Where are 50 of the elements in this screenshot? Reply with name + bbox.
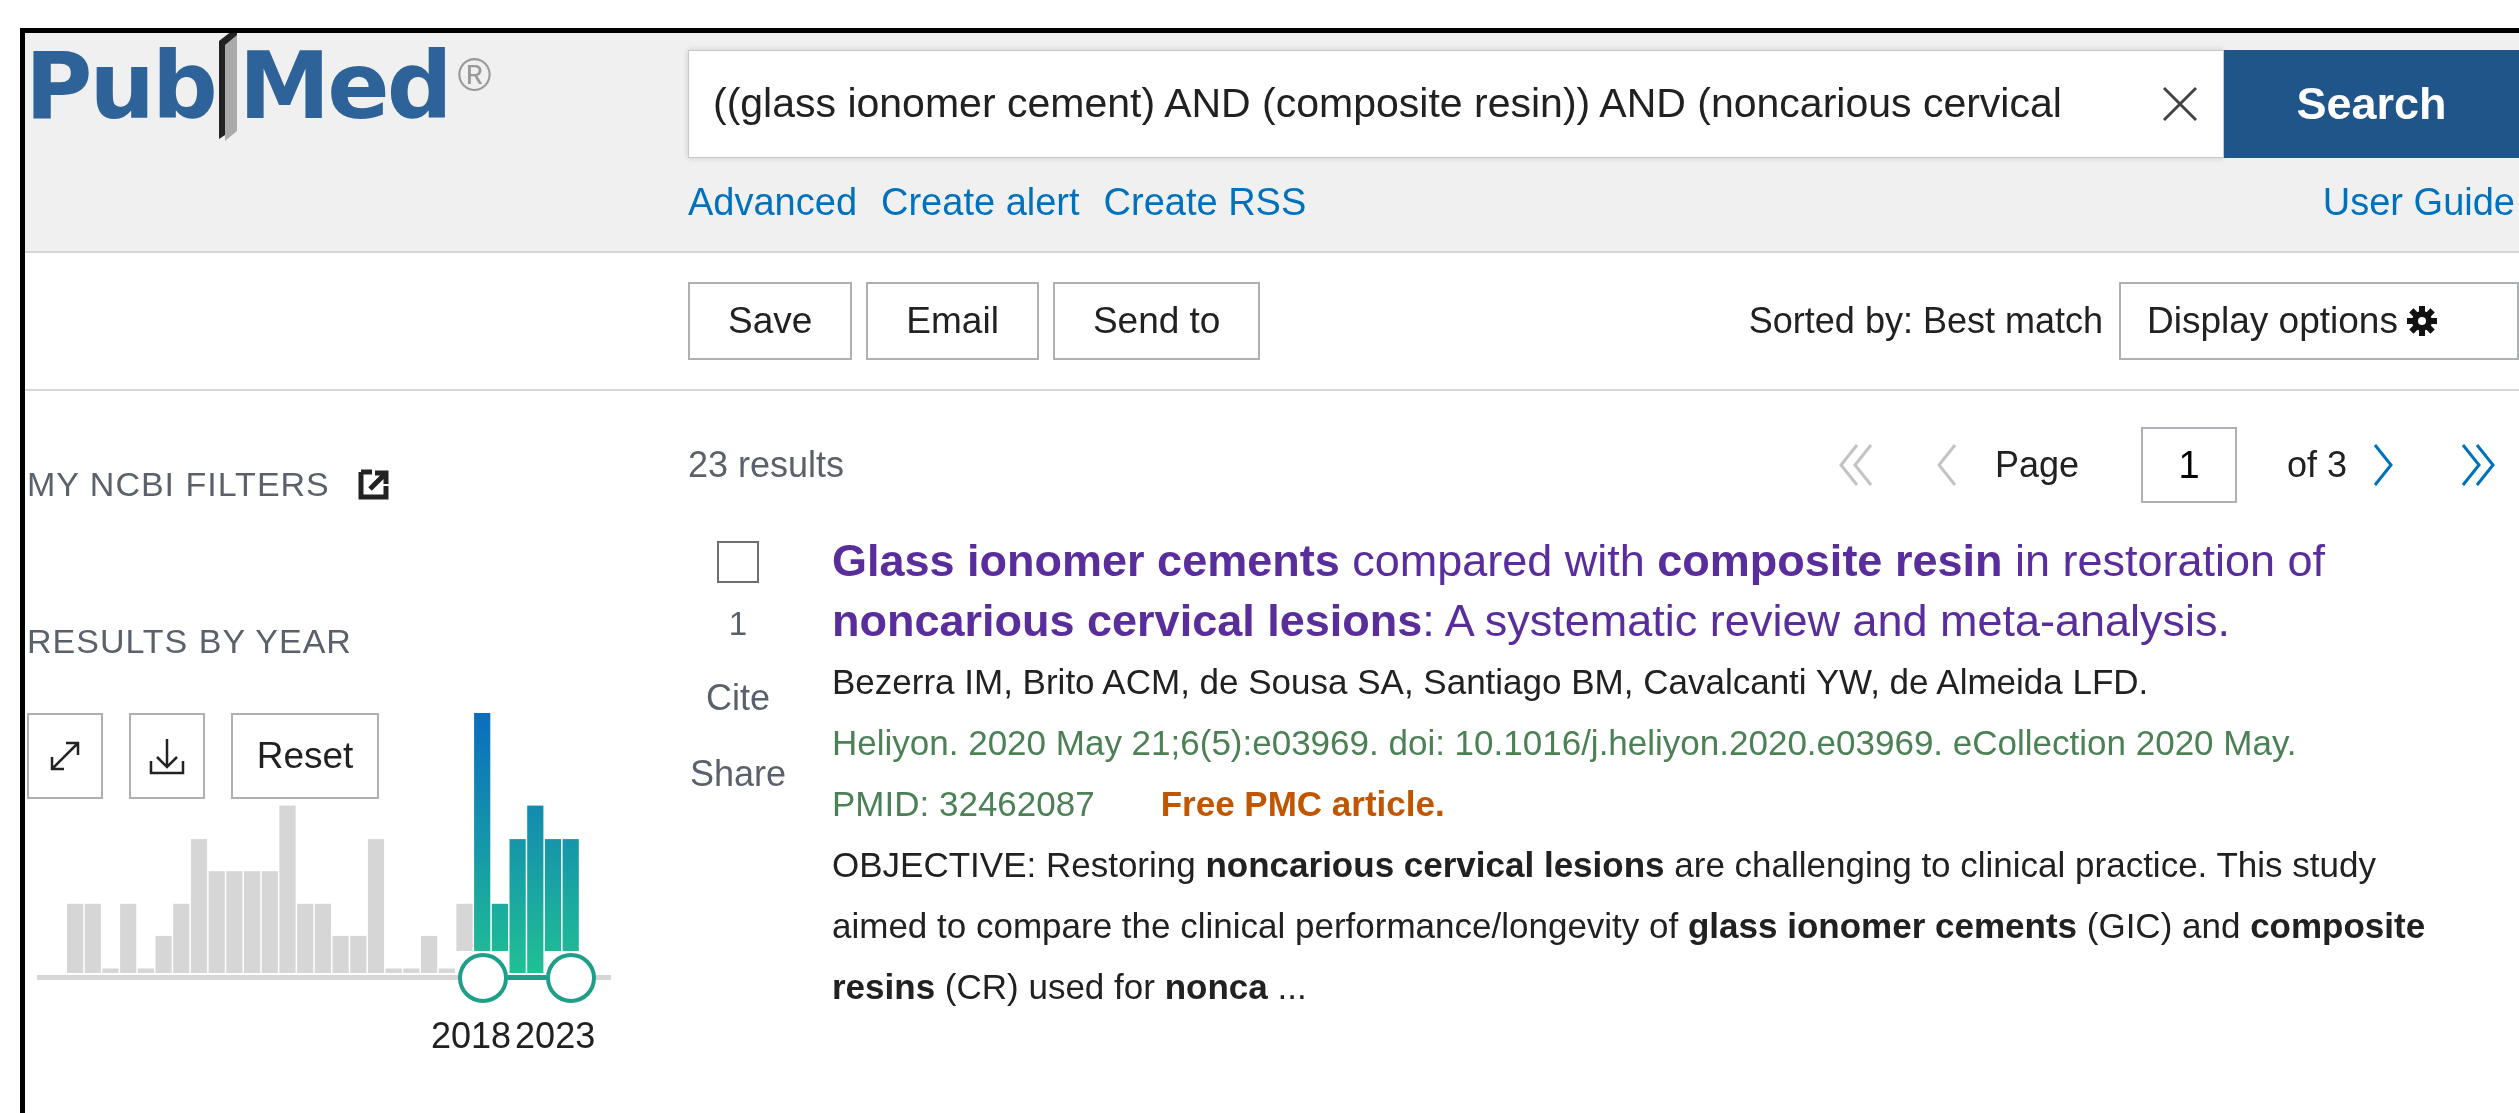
search-input[interactable]: ((glass ionomer cement) AND (composite resin)) AND (noncarious cervical xyxy=(689,73,2141,135)
histogram-bar[interactable] xyxy=(491,903,508,951)
expand-icon xyxy=(48,739,82,773)
registered-mark: ® xyxy=(457,48,492,103)
action-link[interactable]: Share xyxy=(689,746,787,801)
article-title-link[interactable]: Glass ionomer cements compared with composite resin in restoration of noncarious cervical lesions: A systematic review and meta-analysis. xyxy=(832,531,2412,651)
slider-handle[interactable] xyxy=(458,953,508,1003)
slider-range xyxy=(508,975,546,980)
close-icon xyxy=(2161,85,2199,123)
external-link-icon[interactable] xyxy=(357,469,389,500)
page-count: of 3 xyxy=(2286,443,2347,487)
expand-button[interactable] xyxy=(27,713,103,799)
sort-label: Sorted by: Best match xyxy=(1748,299,2103,344)
search-field[interactable]: ((glass ionomer cement) AND (composite resin)) AND (noncarious cervical xyxy=(688,50,2224,158)
page-label: Page xyxy=(1994,443,2079,487)
histogram-bar[interactable] xyxy=(544,839,562,951)
action-link[interactable]: Cite xyxy=(706,670,770,725)
logo-text: Pub xyxy=(25,41,215,133)
download-icon xyxy=(149,737,185,775)
authors-text: Bezerra IM, Brito ACM, de Sousa SA, Santiago BM, Cavalcanti YW, de Almeida LFD. xyxy=(832,661,2150,703)
page-field[interactable]: 1 xyxy=(2140,427,2237,503)
display-options-button[interactable]: Display options xyxy=(2119,282,2519,361)
year-label: 2023 xyxy=(515,1014,596,1058)
histogram-bar[interactable] xyxy=(509,839,526,973)
search-link[interactable]: Create alert xyxy=(881,174,1080,231)
results-count: 23 results xyxy=(688,443,845,487)
histogram-bar[interactable] xyxy=(562,839,579,951)
search-link[interactable]: Advanced xyxy=(688,174,857,231)
year-label: 2018 xyxy=(431,1014,512,1058)
section-title: MY NCBI FILTERS xyxy=(27,464,330,505)
section-title: RESULTS BY YEAR xyxy=(27,621,352,662)
result-number: 1 xyxy=(728,604,748,644)
search-button[interactable]: Search xyxy=(2224,50,2519,158)
citation-text: Heliyon. 2020 May 21;6(5):e03969. doi: 10.1016/j.heliyon.2020.e03969. eCollection 2020 May. xyxy=(832,722,2298,764)
toolbar-button[interactable]: Send to xyxy=(1052,282,1261,361)
logo-text: Med xyxy=(238,41,450,133)
toolbar-button[interactable]: Email xyxy=(866,282,1039,361)
histogram-bar[interactable] xyxy=(527,805,544,973)
histogram-bar[interactable] xyxy=(474,713,491,951)
toolbar-button[interactable]: Save xyxy=(688,282,853,361)
free-article-label: Free PMC article. xyxy=(1160,783,1445,825)
reset-button[interactable]: Reset xyxy=(231,713,379,799)
abstract-snippet: OBJECTIVE: Restoring noncarious cervical lesions are challenging to clinical practice. This study aimed to compare the clinical performance/longevity of glass ionomer cements (GIC) and composite resins (CR) used for nonca ... xyxy=(832,844,2427,1008)
pmid-text: PMID: 32462087 xyxy=(832,783,1095,825)
user-guide-link[interactable]: User Guide xyxy=(2322,174,2515,231)
download-button[interactable] xyxy=(129,713,205,799)
checkbox[interactable] xyxy=(717,541,759,583)
slider-handle[interactable] xyxy=(546,953,596,1003)
gear-icon xyxy=(2405,305,2438,338)
search-link[interactable]: Create RSS xyxy=(1103,174,1307,231)
